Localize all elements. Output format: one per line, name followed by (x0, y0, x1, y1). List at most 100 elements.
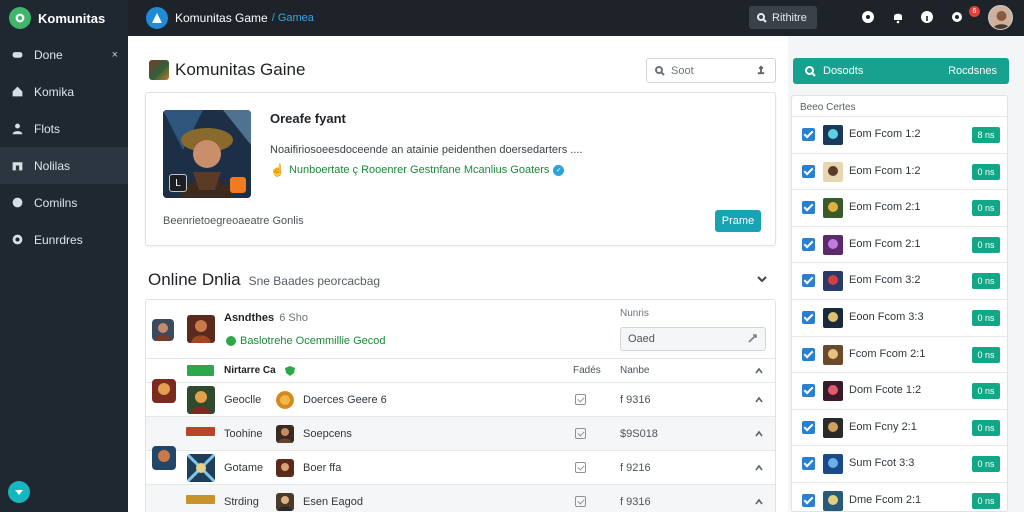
item-checkbox[interactable] (802, 237, 815, 251)
item-status-badge[interactable]: 0 ns (972, 346, 1000, 363)
shield-icon (284, 365, 296, 377)
search-input[interactable]: Soot (646, 58, 776, 83)
server-list-item[interactable]: Fcom Fcom 2:1 0 ns (792, 335, 1007, 373)
chevron-up-icon[interactable] (754, 395, 764, 405)
info-icon[interactable] (920, 10, 934, 24)
item-status-badge[interactable]: 0 ns (972, 163, 1000, 180)
sidebar-item-comilns[interactable]: Comilns (0, 184, 128, 221)
sidebar-item-flots[interactable]: Flots (0, 110, 128, 147)
server-list-item[interactable]: Eom Fcom 2:1 0 ns (792, 189, 1007, 226)
item-thumbnail-icon (823, 125, 843, 145)
avatar[interactable] (988, 5, 1013, 30)
row-checkbox[interactable] (575, 428, 586, 439)
controller-icon[interactable] (861, 10, 875, 24)
sidebar-toggle-button[interactable] (8, 481, 30, 503)
filter-bar-button[interactable]: Dosodts Rocdsnes (793, 58, 1009, 84)
item-checkbox[interactable] (802, 201, 815, 215)
server-list-item[interactable]: Eom Fcom 3:2 0 ns (792, 262, 1007, 299)
sidebar-item-done[interactable]: Done × (0, 36, 128, 73)
bell-icon[interactable] (891, 10, 905, 24)
server-list-item[interactable]: Eom Fcom 1:2 0 ns (792, 152, 1007, 190)
featured-tag-text[interactable]: Nunboertate ç Rooenrer Gestnfane Mcanliu… (289, 164, 549, 176)
row-amount: f 9216 (620, 462, 651, 474)
chevron-down-icon[interactable] (756, 272, 768, 284)
chevron-up-icon[interactable] (754, 429, 764, 439)
item-checkbox[interactable] (802, 420, 815, 434)
table-header: Nirtarre Ca Fadés Nanbe (146, 358, 775, 382)
item-label: Eom Fcom 1:2 (849, 128, 921, 140)
item-status-badge[interactable]: 0 ns (972, 383, 1000, 400)
item-status-badge[interactable]: 0 ns (972, 310, 1000, 326)
item-checkbox[interactable] (802, 384, 815, 398)
item-status-badge[interactable]: 0 ns (972, 200, 1000, 217)
item-status-badge[interactable]: 0 ns (972, 273, 1000, 290)
item-status-badge[interactable]: 0 ns (972, 493, 1000, 509)
row-checkbox[interactable] (575, 496, 586, 507)
sidebar-item-eunrdres[interactable]: Eunrdres (0, 221, 128, 258)
item-status-badge[interactable]: 0 ns (972, 456, 1000, 473)
server-list-item[interactable]: Dme Fcom 2:1 0 ns (792, 482, 1007, 512)
sort-icon[interactable] (756, 65, 767, 76)
app-breadcrumb[interactable]: / Gamea (272, 12, 314, 24)
row-checkbox[interactable] (575, 462, 586, 473)
server-list-item[interactable]: Dom Fcote 1:2 0 ns (792, 372, 1007, 409)
settings-icon (11, 233, 24, 246)
chevron-up-icon[interactable] (754, 463, 764, 473)
chevron-up-icon[interactable] (754, 497, 764, 507)
seller-name[interactable]: Asndthes 6 Sho (224, 312, 308, 324)
app-logo-icon[interactable] (146, 7, 168, 29)
price-input[interactable]: Oaed (620, 327, 766, 351)
close-icon[interactable]: × (112, 49, 118, 61)
column-header-amount[interactable]: Nanbe (620, 365, 649, 376)
featured-description: Noaifiriosoeesdoceende an atainie peiden… (270, 144, 583, 156)
seller-avatar[interactable] (152, 319, 174, 341)
brand[interactable]: Komunitas (0, 0, 128, 36)
item-thumbnail-icon (823, 271, 843, 292)
search-placeholder: Soot (671, 64, 694, 77)
row-service: Boer ffa (303, 462, 342, 474)
sidebar-nav: Done × Komika Flots Nolilas Comilns Eunr… (0, 36, 128, 258)
table-row[interactable]: Gotame Boer ffa f 9216 (146, 450, 775, 484)
featured-footer-text: Beenrietoegreoaeatre Gonlis (163, 215, 304, 227)
item-checkbox[interactable] (802, 457, 815, 471)
chevron-up-icon[interactable] (754, 366, 764, 376)
column-header-fees[interactable]: Fadés (573, 365, 601, 376)
server-list-item[interactable]: Eoon Fcom 3:3 0 ns (792, 299, 1007, 336)
item-checkbox[interactable] (802, 311, 815, 324)
sidebar-item-nolilas[interactable]: Nolilas (0, 147, 128, 184)
table-row[interactable]: Geoclle Doerces Geere 6 f 9316 (146, 382, 775, 416)
item-checkbox[interactable] (802, 164, 815, 178)
verified-icon: ✓ (553, 164, 565, 176)
featured-title: Oreafe fyant (270, 111, 346, 126)
item-status-badge[interactable]: 0 ns (972, 419, 1000, 436)
top-search-button[interactable]: Rithitre (749, 6, 817, 29)
server-list-item[interactable]: Sum Fcot 3:3 0 ns (792, 445, 1007, 482)
server-list-item[interactable]: Eom Fcom 2:1 0 ns (792, 225, 1007, 263)
item-checkbox[interactable] (802, 274, 815, 288)
row-thumbnail-icon (276, 459, 294, 477)
page-header: Komunitas Gaine (149, 60, 305, 80)
table-row[interactable]: Strding Esen Eagod f 9316 (146, 484, 775, 512)
item-thumbnail-icon (823, 234, 843, 255)
row-avatar[interactable] (152, 446, 176, 470)
item-checkbox[interactable] (802, 494, 815, 507)
item-status-badge[interactable]: 0 ns (972, 236, 1000, 253)
sidebar-item-komika[interactable]: Komika (0, 73, 128, 110)
edit-icon[interactable] (747, 333, 758, 344)
table-row[interactable]: Toohine Soepcens $9S018 (146, 416, 775, 450)
filter-bar-left-label: Dosodts (823, 65, 864, 77)
item-checkbox[interactable] (802, 347, 815, 361)
server-list-item[interactable]: Eom Fcny 2:1 0 ns (792, 408, 1007, 446)
user-icon (11, 122, 24, 135)
item-label: Eom Fcom 2:1 (849, 237, 921, 250)
item-status-badge[interactable]: 8 ns (972, 127, 1000, 143)
column-header-name[interactable]: Nirtarre Ca (224, 365, 276, 376)
filter-bar-right-label[interactable]: Rocdsnes (948, 65, 997, 77)
featured-action-button[interactable]: Prame (715, 210, 761, 232)
item-checkbox[interactable] (802, 128, 815, 141)
server-list-item[interactable]: Eom Fcom 1:2 8 ns (792, 116, 1007, 153)
gear-icon[interactable] (950, 10, 964, 24)
row-amount: $9S018 (620, 428, 658, 440)
row-avatar[interactable] (152, 379, 176, 403)
row-checkbox[interactable] (575, 394, 586, 405)
